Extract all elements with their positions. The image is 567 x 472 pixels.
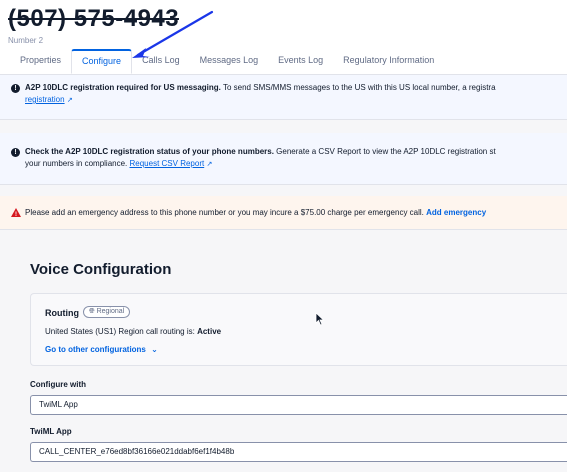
configure-with-select[interactable]: TwiML App [30, 395, 567, 415]
info-icon: ! [11, 84, 20, 93]
info-icon: ! [11, 148, 20, 157]
emergency-address-banner: ! Please add an emergency address to thi… [0, 196, 567, 230]
configure-with-label: Configure with [30, 380, 86, 389]
routing-label: Routing [45, 308, 79, 318]
routing-status-prefix: United States (US1) Region call routing … [45, 327, 198, 336]
registration-link[interactable]: registration [25, 95, 65, 104]
emergency-address-body: Please add an emergency address to this … [25, 208, 427, 217]
a2p-status-banner: ! Check the A2P 10DLC registration statu… [0, 133, 567, 185]
globe-icon: 🌐︎ [89, 308, 95, 315]
a2p-status-heading: Check the A2P 10DLC registration status … [25, 147, 274, 156]
regional-badge-label: Regional [96, 308, 125, 315]
warning-mark: ! [15, 212, 17, 218]
twiml-app-label: TwiML App [30, 427, 72, 436]
chevron-down-icon: ⌄ [151, 345, 158, 354]
other-configurations-link[interactable]: Go to other configurations ⌄ [45, 345, 158, 354]
request-csv-report-link[interactable]: Request CSV Report [130, 159, 205, 168]
a2p-status-body: Generate a CSV Report to view the A2P 10… [273, 147, 496, 156]
other-configurations-label: Go to other configurations [45, 345, 146, 354]
a2p-required-banner: ! A2P 10DLC registration required for US… [0, 75, 567, 120]
a2p-required-heading: A2P 10DLC registration required for US m… [25, 83, 221, 92]
routing-status: United States (US1) Region call routing … [45, 327, 221, 336]
a2p-required-text: A2P 10DLC registration required for US m… [25, 82, 567, 107]
voice-configuration-title: Voice Configuration [30, 261, 172, 278]
add-emergency-link[interactable]: Add emergency [426, 208, 486, 217]
routing-status-value: Active [197, 327, 222, 336]
emergency-address-text: Please add an emergency address to this … [25, 207, 567, 219]
external-link-icon: ↗ [66, 97, 73, 104]
external-link-icon: ↗ [206, 161, 213, 168]
a2p-required-body: To send SMS/MMS messages to the US with … [220, 83, 496, 92]
regional-badge: 🌐︎ Regional [83, 306, 131, 318]
routing-card: Routing 🌐︎ Regional United States (US1) … [30, 293, 567, 366]
a2p-status-text: Check the A2P 10DLC registration status … [25, 146, 567, 171]
mouse-cursor-icon [315, 312, 325, 326]
twiml-app-select[interactable]: CALL_CENTER_e76ed8bf36166e021ddabf6ef1f4… [30, 442, 567, 462]
a2p-status-body-line2: your numbers in compliance. [25, 159, 130, 168]
annotation-arrow-icon [132, 10, 214, 58]
